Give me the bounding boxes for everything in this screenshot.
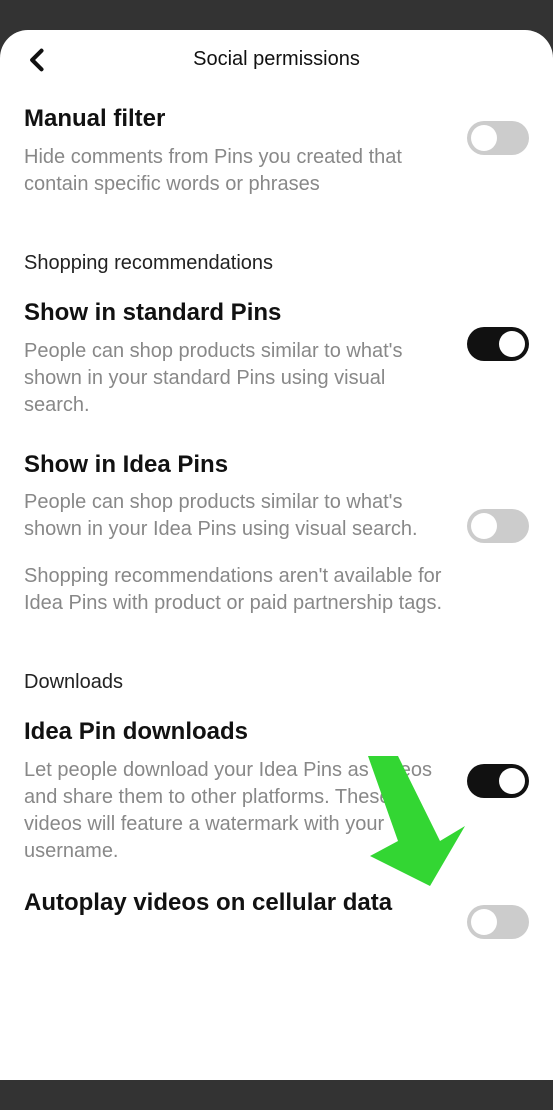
idea-pins-note: Shopping recommendations aren't availabl… xyxy=(24,563,451,617)
autoplay-toggle[interactable] xyxy=(467,905,529,939)
idea-downloads-toggle[interactable] xyxy=(467,764,529,798)
setting-standard-pins: Show in standard Pins People can shop pr… xyxy=(24,275,529,437)
section-header-downloads: Downloads xyxy=(24,635,529,694)
idea-downloads-title: Idea Pin downloads xyxy=(24,718,451,747)
manual-filter-title: Manual filter xyxy=(24,105,451,134)
page-title: Social permissions xyxy=(24,48,529,71)
section-header-shopping: Shopping recommendations xyxy=(24,216,529,275)
idea-downloads-desc: Let people download your Idea Pins as vi… xyxy=(24,757,451,865)
idea-pins-title: Show in Idea Pins xyxy=(24,451,451,480)
autoplay-title: Autoplay videos on cellular data xyxy=(24,889,451,918)
back-icon[interactable] xyxy=(24,46,52,79)
setting-autoplay: Autoplay videos on cellular data xyxy=(24,883,529,957)
standard-pins-toggle[interactable] xyxy=(467,327,529,361)
idea-pins-toggle[interactable] xyxy=(467,509,529,543)
manual-filter-desc: Hide comments from Pins you created that… xyxy=(24,144,451,198)
standard-pins-title: Show in standard Pins xyxy=(24,299,451,328)
setting-manual-filter: Manual filter Hide comments from Pins yo… xyxy=(24,91,529,216)
manual-filter-toggle[interactable] xyxy=(467,121,529,155)
setting-idea-pins: Show in Idea Pins People can shop produc… xyxy=(24,437,529,636)
setting-idea-downloads: Idea Pin downloads Let people download y… xyxy=(24,694,529,883)
idea-pins-desc: People can shop products similar to what… xyxy=(24,489,451,543)
standard-pins-desc: People can shop products similar to what… xyxy=(24,338,451,419)
header-bar: Social permissions xyxy=(0,30,553,83)
